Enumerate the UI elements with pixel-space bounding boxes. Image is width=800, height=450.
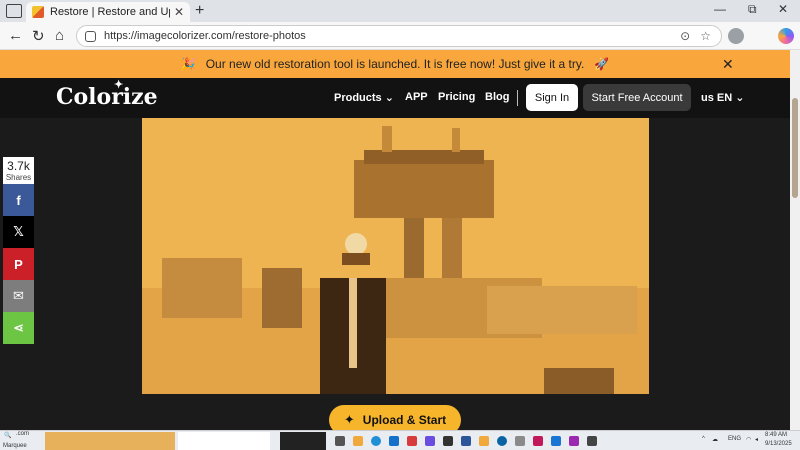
tray-volume-icon[interactable]: ◂ (755, 436, 758, 443)
share-count-number: 3.7k (7, 159, 30, 173)
photos-icon[interactable] (533, 436, 543, 446)
tab-actions-icon[interactable] (6, 4, 22, 18)
teams-icon[interactable] (425, 436, 435, 446)
home-icon[interactable]: ⌂ (55, 27, 64, 44)
browser-toolbar: ← ↻ ⌂ https://imagecolorizer.com/restore… (0, 22, 800, 50)
maximize-button[interactable]: ⧉ (748, 2, 757, 17)
email-share-button[interactable]: ✉ (3, 280, 34, 312)
language-indicator[interactable]: ENG (728, 436, 741, 442)
terminal-icon[interactable] (443, 436, 453, 446)
web-page: 🎉 Our new old restoration tool is launch… (0, 50, 790, 430)
logo-text: Colorize (56, 84, 158, 110)
tray-network-icon[interactable]: ☁ (712, 436, 718, 443)
browser-tab-bar: Restore | Restore and Upscale Ol ✕ + — ⧉… (0, 0, 800, 22)
social-share-bar: 3.7k Shares f 𝕏 P ✉ ⋖ (3, 157, 34, 344)
chevron-down-icon: ⌄ (384, 92, 394, 104)
photo-illustration (142, 118, 649, 394)
edge-icon[interactable] (371, 436, 381, 446)
generic-share-button[interactable]: ⋖ (3, 312, 34, 344)
taskbar-preview-2[interactable] (178, 432, 270, 450)
clock-time[interactable]: 8:49 AM (765, 432, 787, 438)
browser-tab[interactable]: Restore | Restore and Upscale Ol ✕ (26, 2, 190, 22)
upload-start-button[interactable]: ✦ Upload & Start (329, 405, 461, 430)
minimize-button[interactable]: — (714, 2, 726, 16)
settings-icon[interactable] (515, 436, 525, 446)
scrollbar-thumb[interactable] (792, 98, 798, 198)
chevron-down-icon: ⌄ (735, 92, 745, 104)
word-icon[interactable] (461, 436, 471, 446)
facebook-share-button[interactable]: f (3, 184, 34, 216)
tab-close-icon[interactable]: ✕ (174, 5, 184, 19)
new-tab-button[interactable]: + (195, 2, 204, 20)
taskbar-preview-3[interactable] (280, 432, 326, 450)
address-bar[interactable]: https://imagecolorizer.com/restore-photo… (76, 25, 722, 47)
refresh-icon[interactable]: ↻ (32, 27, 45, 45)
close-window-button[interactable]: ✕ (778, 2, 788, 16)
sparkle-icon: ✦ (343, 412, 355, 427)
nav-divider (517, 90, 518, 106)
x-icon: 𝕏 (13, 224, 24, 239)
site-favicon-icon (32, 6, 44, 18)
party-icon: 🎉 (180, 57, 196, 71)
profile-avatar[interactable] (728, 28, 744, 44)
site-logo[interactable]: Colorize ✦ (56, 78, 158, 110)
pinterest-share-button[interactable]: P (3, 248, 34, 280)
taskbar-preview-1[interactable] (45, 432, 175, 450)
sign-in-button[interactable]: Sign In (526, 84, 578, 111)
nav-app[interactable]: APP (405, 91, 428, 103)
page-scrollbar[interactable] (790, 50, 800, 430)
site-info-icon[interactable] (85, 30, 96, 42)
facebook-icon: f (16, 192, 21, 208)
store-icon[interactable] (551, 436, 561, 446)
tab-title: Restore | Restore and Upscale Ol (50, 6, 170, 18)
os-taskbar: 🔍 .com Marquee ^ ☁ ENG ◠ ◂ 8:49 AM 9/13/… (0, 430, 800, 450)
outlook-icon[interactable] (389, 436, 399, 446)
share-count-label: Shares (5, 173, 32, 182)
copilot-icon[interactable] (778, 28, 794, 44)
taskbar-search-icon[interactable]: 🔍 (4, 432, 11, 439)
taskbar-app-caption: Marquee (3, 443, 27, 449)
logo-star-icon: ✦ (114, 78, 124, 91)
reader-icon[interactable]: ⊙ (680, 29, 690, 43)
nav-blog[interactable]: Blog (485, 91, 509, 103)
banner-close-icon[interactable]: ✕ (722, 56, 734, 73)
office-icon[interactable] (407, 436, 417, 446)
banner-text: Our new old restoration tool is launched… (205, 57, 585, 71)
nav-products-label: Products (334, 92, 382, 104)
tray-wifi-icon[interactable]: ◠ (746, 436, 751, 443)
clock-date[interactable]: 9/13/2025 (765, 441, 792, 447)
task-view-icon[interactable] (335, 436, 345, 446)
announcement-banner: 🎉 Our new old restoration tool is launch… (0, 50, 790, 78)
app-icon-2[interactable] (587, 436, 597, 446)
tray-chevron-icon[interactable]: ^ (702, 436, 705, 442)
language-label: us EN (701, 92, 733, 104)
app-icon[interactable] (569, 436, 579, 446)
back-icon[interactable]: ← (8, 27, 23, 44)
upload-start-label: Upload & Start (362, 413, 447, 427)
browser-icon[interactable] (497, 436, 507, 446)
url-text[interactable]: https://imagecolorizer.com/restore-photo… (104, 30, 680, 42)
nav-pricing[interactable]: Pricing (438, 91, 475, 103)
share-count: 3.7k Shares (3, 157, 34, 184)
x-share-button[interactable]: 𝕏 (3, 216, 34, 248)
language-selector[interactable]: us EN ⌄ (701, 91, 744, 104)
folder-icon[interactable] (353, 436, 363, 446)
sample-photo (142, 118, 649, 394)
nav-products[interactable]: Products ⌄ (334, 91, 394, 104)
site-header: Colorize ✦ Products ⌄ APP Pricing Blog S… (0, 78, 790, 118)
explorer-icon[interactable] (479, 436, 489, 446)
pinterest-icon: P (14, 256, 23, 272)
rocket-icon: 🚀 (594, 57, 610, 71)
share-icon: ⋖ (13, 320, 24, 335)
taskbar-app-label: .com (16, 431, 30, 437)
start-free-account-button[interactable]: Start Free Account (583, 84, 691, 111)
email-icon: ✉ (13, 288, 24, 303)
favorite-star-icon[interactable]: ☆ (700, 29, 711, 43)
